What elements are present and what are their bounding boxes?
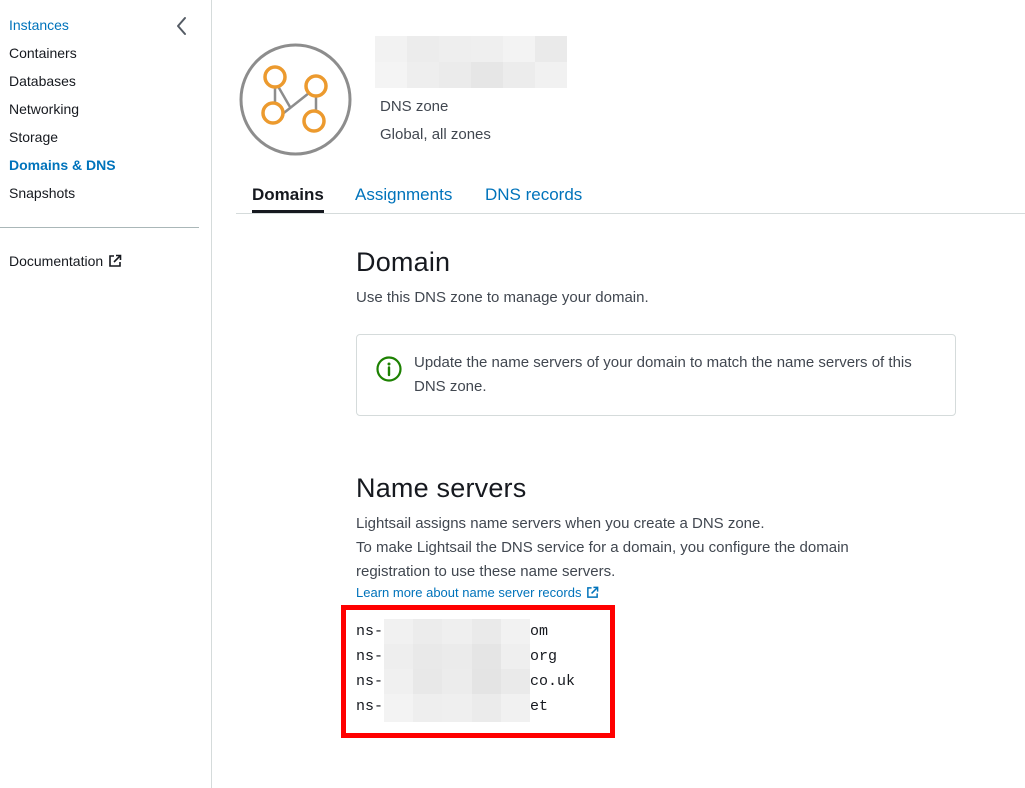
collapse-sidebar-button[interactable] xyxy=(172,15,192,37)
domain-description: Use this DNS zone to manage your domain. xyxy=(356,289,649,306)
name-server-prefix: ns- xyxy=(356,673,384,690)
tab-dns-records[interactable]: DNS records xyxy=(485,185,582,205)
dns-zone-nodes-icon xyxy=(239,43,352,156)
sidebar-item-snapshots[interactable]: Snapshots xyxy=(9,184,75,202)
sidebar-divider xyxy=(0,227,199,228)
name-server-prefix: ns- xyxy=(356,623,384,640)
zone-type-label: DNS zone xyxy=(380,98,449,115)
name-server-redacted xyxy=(384,644,531,672)
sidebar-item-containers[interactable]: Containers xyxy=(9,44,77,62)
name-servers-desc-line-2: To make Lightsail the DNS service for a … xyxy=(356,539,849,556)
sidebar-item-instances[interactable]: Instances xyxy=(9,16,69,34)
zone-scope-label: Global, all zones xyxy=(380,126,491,143)
info-alert: Update the name servers of your domain t… xyxy=(356,334,956,416)
name-server-suffix: om xyxy=(530,623,549,640)
sidebar-item-storage[interactable]: Storage xyxy=(9,128,58,146)
external-link-icon xyxy=(109,254,122,267)
tab-domains[interactable]: Domains xyxy=(252,185,324,213)
name-server-prefix: ns- xyxy=(356,648,384,665)
chevron-left-icon xyxy=(177,17,186,35)
name-servers-desc-line-3: registration to use these name servers. xyxy=(356,563,616,580)
learn-more-name-servers-link[interactable]: Learn more about name server records xyxy=(356,585,599,600)
sidebar-item-domains-dns[interactable]: Domains & DNS xyxy=(9,156,116,174)
name-server-suffix: co.uk xyxy=(530,673,576,690)
name-server-redacted xyxy=(384,669,531,697)
dns-zone-name-redacted xyxy=(375,36,568,88)
name-server-suffix: org xyxy=(530,648,558,665)
name-server-redacted xyxy=(384,619,531,647)
sidebar-item-databases[interactable]: Databases xyxy=(9,72,76,90)
sidebar-item-networking[interactable]: Networking xyxy=(9,100,79,118)
external-link-icon xyxy=(587,586,599,598)
name-server-prefix: ns- xyxy=(356,698,384,715)
documentation-label: Documentation xyxy=(9,253,104,269)
learn-more-label: Learn more about name server records xyxy=(356,585,582,600)
name-server-suffix: et xyxy=(530,698,549,715)
name-servers-heading: Name servers xyxy=(356,473,527,503)
info-circle-icon xyxy=(376,356,402,382)
tab-bar: Domains Assignments DNS records xyxy=(236,175,1025,214)
tab-assignments[interactable]: Assignments xyxy=(355,185,452,205)
name-servers-desc-line-1: Lightsail assigns name servers when you … xyxy=(356,515,765,532)
info-alert-message: Update the name servers of your domain t… xyxy=(414,354,912,395)
name-server-redacted xyxy=(384,694,531,722)
domain-heading: Domain xyxy=(356,247,451,277)
side-navigation: Instances Containers Databases Networkin… xyxy=(0,0,212,788)
documentation-link[interactable]: Documentation xyxy=(9,253,122,269)
